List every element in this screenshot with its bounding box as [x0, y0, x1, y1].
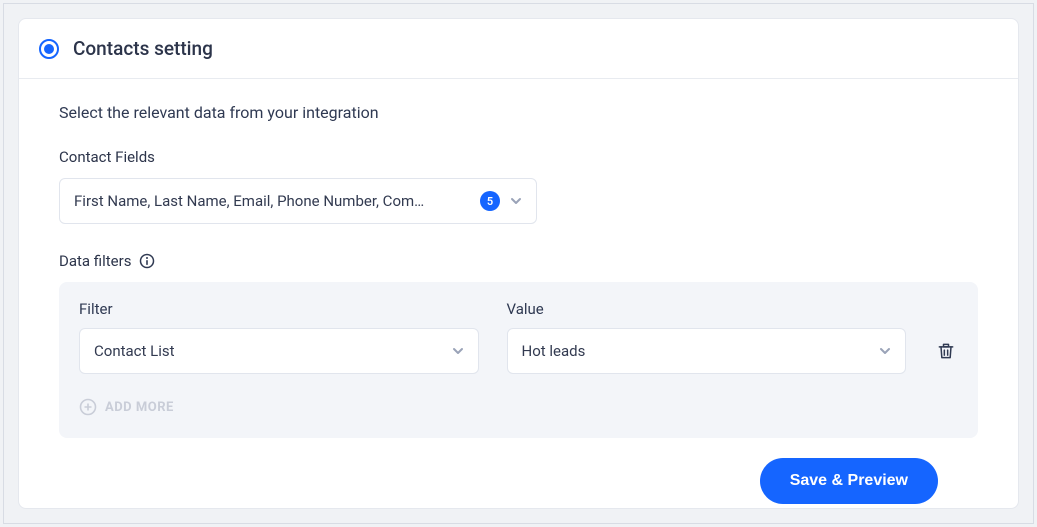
- add-more-button[interactable]: ADD MORE: [79, 398, 958, 416]
- card-title: Contacts setting: [73, 37, 213, 60]
- chevron-down-icon: [510, 195, 522, 207]
- filter-select[interactable]: Contact List: [79, 328, 479, 374]
- value-select-value: Hot leads: [522, 342, 880, 360]
- filter-select-value: Contact List: [94, 342, 452, 360]
- contact-fields-count-badge: 5: [480, 191, 500, 211]
- intro-text: Select the relevant data from your integ…: [59, 103, 978, 122]
- value-column-label: Value: [507, 300, 907, 318]
- contacts-setting-card: Contacts setting Select the relevant dat…: [18, 18, 1019, 509]
- chevron-down-icon: [879, 345, 891, 357]
- contact-fields-summary: First Name, Last Name, Email, Phone Numb…: [74, 192, 470, 210]
- filter-row: Filter Contact List Value Hot leads: [79, 300, 958, 374]
- card-header: Contacts setting: [19, 19, 1018, 79]
- data-filters-panel: Filter Contact List Value Hot leads: [59, 282, 978, 438]
- save-preview-button[interactable]: Save & Preview: [760, 458, 938, 504]
- section-radio[interactable]: [39, 39, 59, 59]
- contact-fields-label: Contact Fields: [59, 148, 978, 166]
- add-more-label: ADD MORE: [105, 400, 174, 415]
- delete-filter-button[interactable]: [934, 328, 958, 374]
- data-filters-label: Data filters: [59, 252, 978, 270]
- filter-column-label: Filter: [79, 300, 479, 318]
- value-select[interactable]: Hot leads: [507, 328, 907, 374]
- contact-fields-select[interactable]: First Name, Last Name, Email, Phone Numb…: [59, 178, 537, 224]
- chevron-down-icon: [452, 345, 464, 357]
- data-filters-label-text: Data filters: [59, 252, 131, 270]
- info-icon[interactable]: [139, 253, 155, 269]
